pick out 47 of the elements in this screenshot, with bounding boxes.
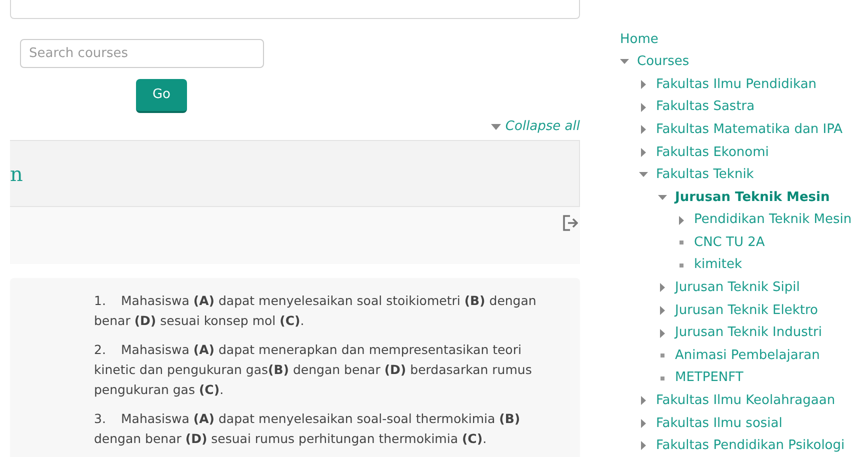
go-button[interactable]: Go <box>136 79 187 113</box>
tree-item[interactable]: Jurusan Teknik Mesin <box>675 188 830 208</box>
caret-right-icon[interactable] <box>639 102 648 112</box>
tree-item[interactable]: Courses <box>637 52 690 72</box>
tree-item[interactable]: Fakultas Teknik <box>656 165 754 185</box>
tree-item[interactable]: Fakultas Matematika dan IPA <box>656 120 843 140</box>
tree-item[interactable]: Fakultas Ilmu Keolahragaan <box>656 391 836 411</box>
caret-icon <box>491 124 502 130</box>
caret-right-icon[interactable] <box>658 306 667 315</box>
caret-right-icon[interactable] <box>677 216 686 225</box>
tree-item[interactable]: Fakultas Sastra <box>656 97 755 117</box>
caret-right-icon[interactable] <box>658 283 667 292</box>
tree-item[interactable]: Home <box>620 30 658 50</box>
exit-icon[interactable] <box>563 215 578 231</box>
caret-right-icon[interactable] <box>639 396 648 406</box>
objective-text: 1. Mahasiswa (A) dapat menyelesaikan soal stoikiometri (B) dengan benar (D) sesuai konsep mol (C). <box>94 292 538 330</box>
text-field[interactable] <box>10 0 580 19</box>
tree-item[interactable]: Jurusan Teknik Industri <box>675 323 822 343</box>
caret-right-icon[interactable] <box>639 441 648 450</box>
tree-item[interactable]: Fakultas Ilmu Pendidikan <box>656 74 817 94</box>
objective-text: 3. Mahasiswa (A) dapat menyelesaikan soal-soal thermokimia (B) dengan benar (D) sesuai rumus perhitungan thermokimia (C). <box>94 410 522 448</box>
caret-right-icon[interactable] <box>658 328 667 338</box>
square-bullet-icon <box>677 238 686 248</box>
caret-down-icon[interactable] <box>620 57 629 66</box>
caret-right-icon[interactable] <box>639 148 648 157</box>
section-title: n <box>10 164 23 184</box>
tree-item[interactable]: Fakultas Ekonomi <box>656 142 769 162</box>
square-bullet-icon <box>658 374 667 383</box>
tree-item[interactable]: Jurusan Teknik Sipil <box>675 278 800 298</box>
search-field[interactable]: Search courses <box>20 39 264 68</box>
tree-item[interactable]: kimitek <box>694 255 742 275</box>
caret-right-icon[interactable] <box>639 418 648 428</box>
caret-right-icon[interactable] <box>639 80 648 89</box>
square-bullet-icon <box>677 260 686 270</box>
square-bullet-icon <box>658 351 667 360</box>
tree-item[interactable]: Animasi Pembelajaran <box>675 346 820 366</box>
tree-item[interactable]: Fakultas Ilmu sosial <box>656 414 782 434</box>
caret-down-icon[interactable] <box>639 170 648 180</box>
tree-item[interactable]: METPENFT <box>675 368 744 388</box>
tree-item[interactable]: CNC TU 2A <box>694 232 765 252</box>
tree-item[interactable]: Pendidikan Teknik Mesin <box>694 210 852 230</box>
caret-down-icon[interactable] <box>658 192 667 202</box>
tree-item[interactable]: Jurusan Teknik Elektro <box>675 300 818 320</box>
collapse-all-link[interactable]: Collapse all <box>491 117 580 137</box>
objective-text: 2. Mahasiswa (A) dapat menerapkan dan mempresentasikan teori kinetic dan pengukuran gas(B) dengan benar (D) berdasarkan rumus pengukuran gas (C). <box>94 341 533 399</box>
tree-item[interactable]: Fakultas Pendidikan Psikologi <box>656 436 845 456</box>
caret-right-icon[interactable] <box>639 125 648 134</box>
